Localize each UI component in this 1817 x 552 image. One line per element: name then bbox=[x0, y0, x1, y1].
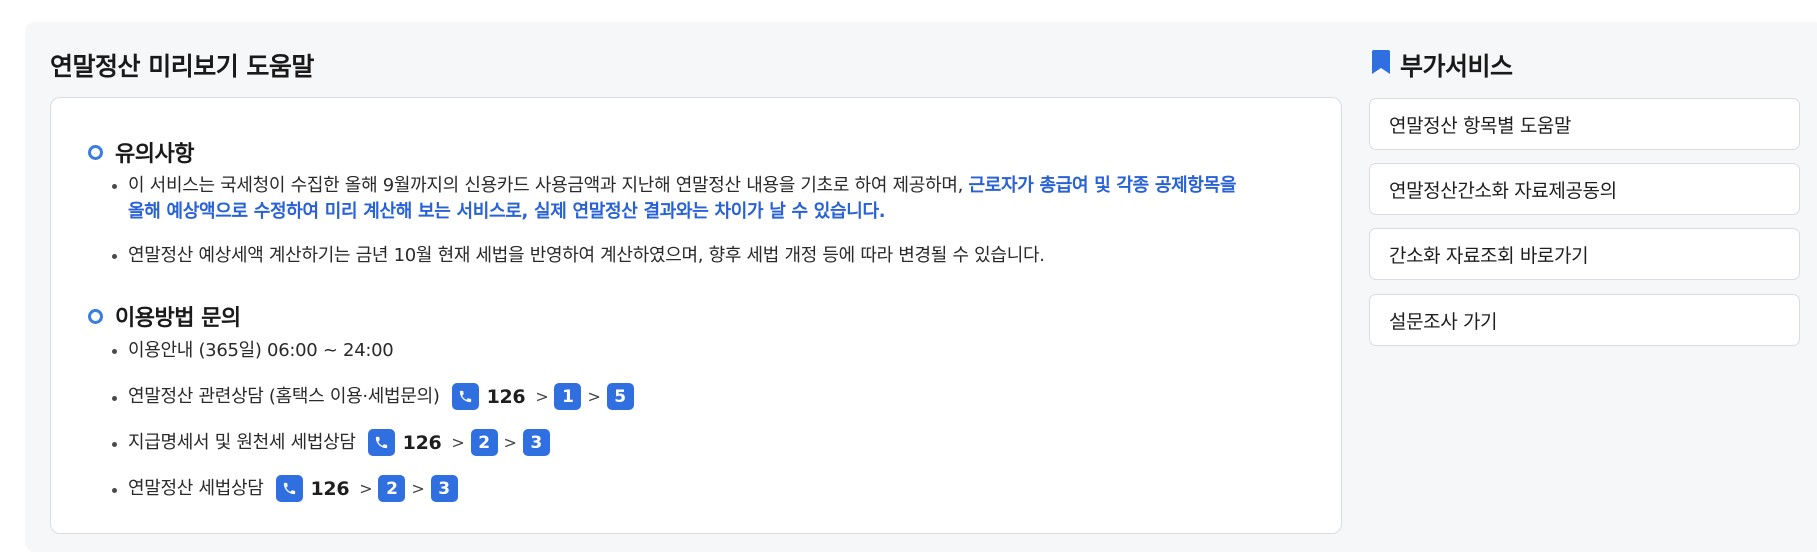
contact-heading-label: 이용방법 문의 bbox=[115, 306, 241, 331]
bullet-dot bbox=[112, 254, 117, 259]
contact-line-label: 연말정산 관련상담 (홈택스 이용·세법문의) bbox=[128, 385, 440, 407]
page-title: 연말정산 미리보기 도움말 bbox=[50, 52, 314, 81]
phone-number: 126 bbox=[402, 431, 442, 454]
bullet-dot bbox=[112, 488, 117, 493]
notice-item-1-text: 이 서비스는 국세청이 수집한 올해 9월까지의 신용카드 사용금액과 지난해 … bbox=[128, 175, 969, 196]
circle-bullet-icon bbox=[88, 144, 103, 160]
contact-hours-text: 이용안내 (365일) 06:00 ~ 24:00 bbox=[128, 340, 394, 361]
contact-line: 연말정산 관련상담 (홈택스 이용·세법문의) 126 > 1 > 5 bbox=[112, 383, 634, 410]
bullet-dot bbox=[112, 184, 117, 189]
contact-line-label: 연말정산 세법상담 bbox=[128, 477, 264, 499]
menu-key: 3 bbox=[430, 475, 458, 502]
arrow-separator: > bbox=[587, 386, 601, 406]
notice-item-1-highlight-a: 근로자가 총급여 및 각종 공제항목을 bbox=[968, 175, 1237, 196]
help-box bbox=[50, 97, 1342, 534]
notice-item-2: 연말정산 예상세액 계산하기는 금년 10월 현재 세법을 반영하여 계산하였으… bbox=[112, 243, 1312, 269]
bullet-dot bbox=[112, 442, 117, 447]
phone-number: 126 bbox=[310, 477, 350, 500]
menu-key: 3 bbox=[522, 429, 550, 456]
sidebar-item-simplified-lookup[interactable]: 간소화 자료조회 바로가기 bbox=[1369, 228, 1800, 280]
circle-bullet-icon bbox=[88, 308, 103, 324]
contact-line: 연말정산 세법상담 126 > 2 > 3 bbox=[112, 475, 458, 502]
arrow-separator: > bbox=[411, 478, 425, 498]
notice-item-1: 이 서비스는 국세청이 수집한 올해 9월까지의 신용카드 사용금액과 지난해 … bbox=[112, 173, 1312, 225]
sidebar-title-label: 부가서비스 bbox=[1400, 52, 1513, 81]
sidebar-title: 부가서비스 bbox=[1372, 47, 1513, 83]
notice-heading-label: 유의사항 bbox=[115, 142, 194, 167]
phone-icon bbox=[275, 475, 303, 502]
phone-number: 126 bbox=[486, 385, 526, 408]
arrow-separator: > bbox=[503, 432, 517, 452]
contact-hours: 이용안내 (365일) 06:00 ~ 24:00 bbox=[112, 338, 394, 364]
menu-key: 5 bbox=[606, 383, 634, 410]
menu-key: 1 bbox=[554, 383, 582, 410]
contact-heading: 이용방법 문의 bbox=[88, 300, 241, 332]
notice-item-2-text: 연말정산 예상세액 계산하기는 금년 10월 현재 세법을 반영하여 계산하였으… bbox=[128, 245, 1045, 266]
sidebar-item-data-consent[interactable]: 연말정산간소화 자료제공동의 bbox=[1369, 163, 1800, 215]
phone-icon bbox=[367, 429, 395, 456]
bullet-dot bbox=[112, 349, 117, 354]
notice-heading: 유의사항 bbox=[88, 136, 194, 168]
arrow-separator: > bbox=[359, 478, 373, 498]
bookmark-icon bbox=[1372, 50, 1390, 80]
arrow-separator: > bbox=[535, 386, 549, 406]
menu-key: 2 bbox=[470, 429, 498, 456]
notice-item-1-highlight-b: 올해 예상액으로 수정하여 미리 계산해 보는 서비스로, 실제 연말정산 결과… bbox=[128, 201, 886, 222]
arrow-separator: > bbox=[451, 432, 465, 452]
sidebar-item-help-by-item[interactable]: 연말정산 항목별 도움말 bbox=[1369, 98, 1800, 150]
contact-line-label: 지급명세서 및 원천세 세법상담 bbox=[128, 431, 356, 453]
phone-icon bbox=[451, 383, 479, 410]
bullet-dot bbox=[112, 396, 117, 401]
contact-line: 지급명세서 및 원천세 세법상담 126 > 2 > 3 bbox=[112, 429, 550, 456]
menu-key: 2 bbox=[378, 475, 406, 502]
sidebar-item-survey[interactable]: 설문조사 가기 bbox=[1369, 294, 1800, 346]
